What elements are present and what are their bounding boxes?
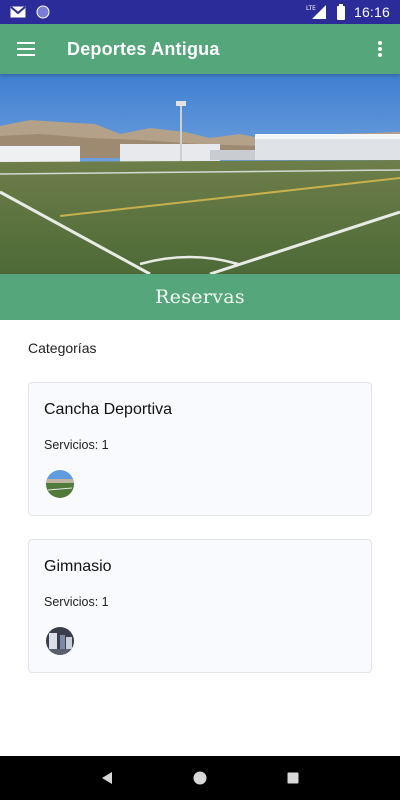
status-left — [10, 5, 50, 19]
section-title: Reservas — [155, 286, 245, 308]
status-bar: LTE 16:16 — [0, 0, 400, 24]
recents-square-icon[interactable] — [278, 763, 308, 793]
app-screen: LTE 16:16 Deportes Antigua Reservas Cate… — [0, 0, 400, 800]
signal-icon: LTE — [306, 4, 328, 20]
categories-heading: Categorías — [28, 340, 97, 356]
gmail-icon — [10, 6, 26, 18]
battery-icon — [336, 4, 346, 20]
hamburger-menu-icon[interactable] — [0, 24, 52, 74]
back-triangle-icon[interactable] — [92, 763, 122, 793]
gym-thumbnail — [46, 627, 74, 655]
app-bar: Deportes Antigua — [0, 24, 400, 74]
status-right: LTE 16:16 — [306, 4, 390, 20]
status-time: 16:16 — [353, 4, 390, 20]
home-circle-icon[interactable] — [185, 763, 215, 793]
app-title: Deportes Antigua — [67, 38, 220, 59]
section-header: Reservas — [0, 274, 400, 320]
card-services-count: Servicios: 1 — [44, 438, 109, 452]
lte-icon: LTE — [306, 5, 316, 12]
card-title: Cancha Deportiva — [44, 401, 173, 418]
system-nav-bar — [0, 756, 400, 800]
category-card-cancha-deportiva[interactable]: Cancha Deportiva Servicios: 1 — [28, 382, 372, 516]
field-thumbnail — [46, 470, 74, 498]
card-services-count: Servicios: 1 — [44, 595, 109, 609]
card-title: Gimnasio — [44, 558, 112, 575]
category-card-gimnasio[interactable]: Gimnasio Servicios: 1 — [28, 539, 372, 673]
football-stadium-photo — [0, 74, 400, 274]
more-vert-icon[interactable] — [360, 24, 400, 74]
circle-notification-icon — [36, 5, 50, 19]
